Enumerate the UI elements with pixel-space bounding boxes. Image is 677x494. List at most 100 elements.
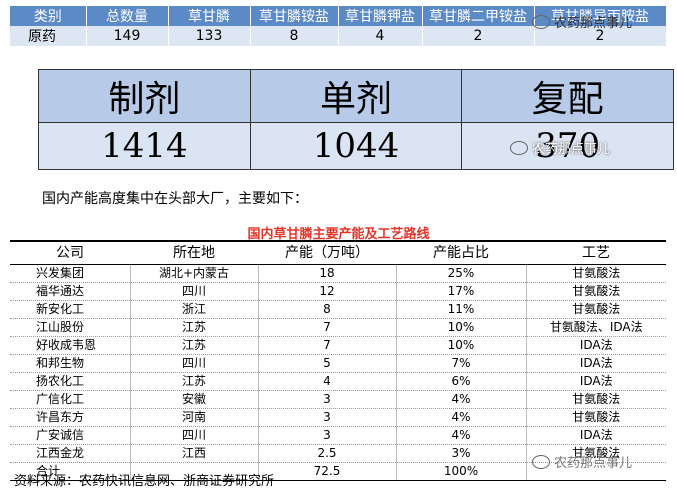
process-cell: 甘氨酸法 (525, 264, 666, 283)
share-cell: 11% (395, 300, 526, 319)
capacity-cell: 2.5 (257, 444, 396, 463)
process-cell: IDA法 (525, 354, 666, 373)
company-cell: 广安诚信 (10, 426, 130, 445)
watermark-text: 农药那点事儿 (554, 456, 633, 471)
process-cell: 甘氨酸法 (525, 300, 666, 319)
share-cell: 6% (395, 372, 526, 391)
process-cell: 甘氨酸法 (525, 408, 666, 427)
company-cell: 新安化工 (10, 300, 130, 319)
process-cell: IDA法 (525, 426, 666, 445)
header-cell: 总数量 (86, 6, 169, 26)
process-cell: IDA法 (525, 372, 666, 391)
process-cell: 甘氨酸法 (525, 390, 666, 409)
header-cell: 工艺 (526, 242, 666, 265)
share-cell: 17% (395, 282, 526, 301)
share-cell: 100% (395, 462, 526, 481)
table-cell: 133 (168, 26, 251, 46)
location-cell: 河南 (129, 408, 258, 427)
location-cell: 四川 (129, 354, 258, 373)
location-cell: 江苏 (129, 318, 258, 337)
header-cell: 复配 (461, 69, 674, 123)
capacity-cell: 5 (257, 354, 396, 373)
header-cell: 草甘膦铵盐 (250, 6, 339, 26)
table-row: 和邦生物 四川 5 7% IDA法 (10, 354, 666, 373)
company-cell: 和邦生物 (10, 354, 130, 373)
capacity-cell: 3 (257, 408, 396, 427)
table-header-row: 制剂 单剂 复配 (38, 69, 674, 123)
company-cell: 福华通达 (10, 282, 130, 301)
table-row: 江山股份 江苏 7 10% 甘氨酸法、IDA法 (10, 318, 666, 337)
company-cell: 许昌东方 (10, 408, 130, 427)
watermark: 农药那点事儿 (532, 12, 632, 31)
company-cell: 兴发集团 (10, 264, 130, 283)
table-row: 广信化工 安徽 3 4% 甘氨酸法 (10, 390, 666, 409)
table-cell: 149 (86, 26, 169, 46)
location-cell: 四川 (129, 426, 258, 445)
share-cell: 4% (395, 390, 526, 409)
table-row: 福华通达 四川 12 17% 甘氨酸法 (10, 282, 666, 301)
share-cell: 25% (395, 264, 526, 283)
share-cell: 10% (395, 318, 526, 337)
process-cell: 甘氨酸法、IDA法 (525, 318, 666, 337)
header-cell: 制剂 (38, 69, 251, 123)
header-cell: 公司 (10, 242, 130, 265)
share-cell: 4% (395, 426, 526, 445)
capacity-cell: 12 (257, 282, 396, 301)
intro-text: 国内产能高度集中在头部大厂，主要如下： (42, 191, 308, 207)
table-row: 兴发集团 湖北+内蒙古 18 25% 甘氨酸法 (10, 264, 666, 283)
table-row: 许昌东方 河南 3 4% 甘氨酸法 (10, 408, 666, 427)
company-cell: 广信化工 (10, 390, 130, 409)
location-cell: 江苏 (129, 372, 258, 391)
location-cell: 四川 (129, 282, 258, 301)
process-cell: IDA法 (525, 336, 666, 355)
capacity-cell: 72.5 (257, 462, 396, 481)
header-cell: 产能占比 (396, 242, 526, 265)
source-note: 资料来源：农药快讯信息网、浙商证券研究所 (14, 474, 275, 489)
header-cell: 草甘膦二甲铵盐 (422, 6, 535, 26)
table-cell: 1044 (249, 122, 463, 170)
capacity-cell: 7 (257, 318, 396, 337)
table-cell: 原药 (10, 26, 87, 46)
table-cell: 2 (422, 26, 535, 46)
watermark: 农药那点事儿 (532, 452, 632, 471)
share-cell: 3% (395, 444, 526, 463)
location-cell: 江苏 (129, 336, 258, 355)
watermark-text: 农药那点事儿 (554, 16, 633, 31)
table-row: 扬农化工 江苏 4 6% IDA法 (10, 372, 666, 391)
company-cell: 江西金龙 (10, 444, 130, 463)
company-cell: 江山股份 (10, 318, 130, 337)
table-cell: 8 (250, 26, 339, 46)
capacity-cell: 3 (257, 426, 396, 445)
location-cell: 浙江 (129, 300, 258, 319)
header-cell: 类别 (10, 6, 87, 26)
header-cell: 所在地 (130, 242, 258, 265)
header-cell: 单剂 (249, 69, 463, 123)
capacity-cell: 8 (257, 300, 396, 319)
header-cell: 草甘膦钾盐 (338, 6, 423, 26)
location-cell: 湖北+内蒙古 (129, 264, 258, 283)
company-cell: 扬农化工 (10, 372, 130, 391)
table-row: 新安化工 浙江 8 11% 甘氨酸法 (10, 300, 666, 319)
header-cell: 产能（万吨） (258, 242, 396, 265)
capacity-cell: 3 (257, 390, 396, 409)
chat-bubble-icon (532, 14, 550, 29)
share-cell: 4% (395, 408, 526, 427)
location-cell: 安徽 (129, 390, 258, 409)
table-cell: 1414 (38, 122, 251, 170)
table-row: 广安诚信 四川 3 4% IDA法 (10, 426, 666, 445)
capacity-cell: 18 (257, 264, 396, 283)
watermark-text: 农药那点事儿 (532, 142, 611, 157)
header-cell: 草甘膦 (168, 6, 251, 26)
table-cell: 4 (338, 26, 423, 46)
capacity-table: 公司 所在地 产能（万吨） 产能占比 工艺 兴发集团 湖北+内蒙古 18 25% 甘氨酸… (10, 242, 666, 481)
capacity-cell: 4 (257, 372, 396, 391)
share-cell: 10% (395, 336, 526, 355)
capacity-cell: 7 (257, 336, 396, 355)
company-cell: 好收成韦恩 (10, 336, 130, 355)
chat-bubble-icon (510, 140, 528, 155)
table-row: 好收成韦恩 江苏 7 10% IDA法 (10, 336, 666, 355)
share-cell: 7% (395, 354, 526, 373)
watermark: 农药那点事儿 (510, 138, 610, 157)
location-cell: 江西 (129, 444, 258, 463)
table-header-row: 公司 所在地 产能（万吨） 产能占比 工艺 (10, 242, 666, 265)
